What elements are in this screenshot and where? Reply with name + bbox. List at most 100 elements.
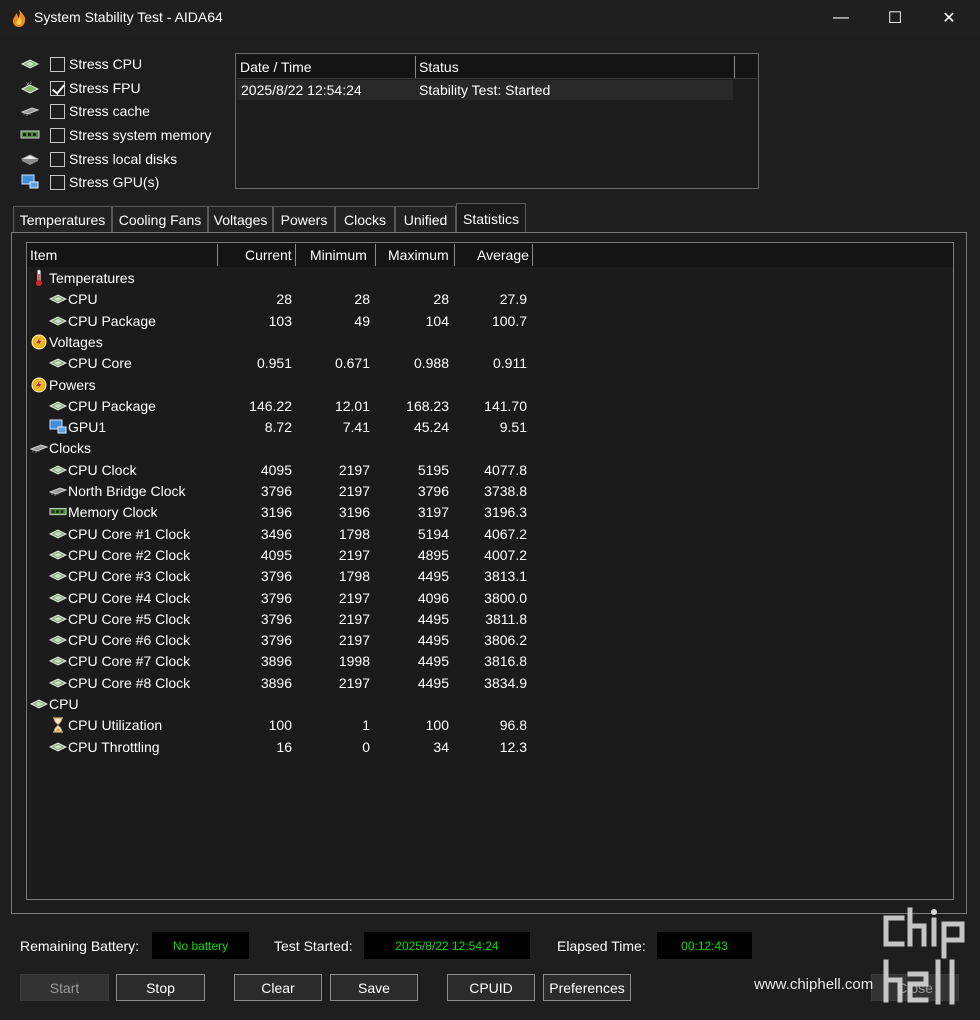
table-row[interactable]: CPU Core #2 Clock 4095 2197 4895 4007.2	[27, 545, 547, 566]
test-started-label: Test Started:	[274, 938, 353, 954]
stress-label[interactable]: Stress local disks	[69, 151, 177, 167]
table-row[interactable]: GPU1 8.72 7.41 45.24 9.51	[27, 417, 547, 438]
column-divider[interactable]	[375, 244, 376, 266]
table-group-row[interactable]: Clocks	[27, 438, 547, 459]
start-button[interactable]: Start	[20, 974, 109, 1001]
stress-checkbox[interactable]	[50, 80, 65, 96]
table-row[interactable]: CPU Core #6 Clock 3796 2197 4495 3806.2	[27, 630, 547, 651]
close-window-button[interactable]: ✕	[922, 0, 976, 36]
cpu-chip-icon	[49, 611, 67, 627]
row-label: CPU Core #7 Clock	[68, 653, 191, 670]
column-item[interactable]: Item	[30, 247, 57, 263]
statistics-table[interactable]: Item Current Minimum Maximum Average Tem…	[26, 242, 954, 900]
cell-maximum: 28	[433, 291, 449, 308]
table-group-row[interactable]: Voltages	[27, 332, 547, 353]
stress-option[interactable]: Stress CPU	[18, 53, 142, 75]
row-label: CPU Core #2 Clock	[68, 546, 191, 563]
tab-clocks[interactable]: Clocks	[335, 206, 395, 233]
tab-temperatures[interactable]: Temperatures	[13, 206, 112, 233]
tab-cooling-fans[interactable]: Cooling Fans	[112, 206, 208, 233]
stress-checkbox[interactable]	[50, 174, 65, 190]
tab-powers[interactable]: Powers	[273, 206, 335, 233]
stress-option[interactable]: Stress GPU(s)	[18, 171, 159, 193]
column-divider[interactable]	[734, 56, 735, 78]
column-divider[interactable]	[415, 56, 416, 78]
cell-minimum: 12.01	[334, 397, 370, 414]
event-log[interactable]: Date / Time Status 2025/8/22 12:54:24 St…	[235, 53, 759, 189]
stress-label[interactable]: Stress GPU(s)	[69, 174, 159, 190]
tab-statistics[interactable]: Statistics	[456, 203, 526, 234]
row-label: CPU Throttling	[68, 738, 160, 755]
column-current[interactable]: Current	[245, 247, 292, 263]
stress-option[interactable]: Stress system memory	[18, 124, 211, 146]
cell-current: 3796	[260, 632, 292, 649]
minimize-button[interactable]: —	[814, 0, 868, 36]
column-average[interactable]: Average	[477, 247, 529, 263]
log-column-datetime[interactable]: Date / Time	[240, 59, 312, 75]
stress-option[interactable]: x² Stress FPU	[18, 77, 141, 99]
cell-current: 4095	[260, 461, 292, 478]
table-row[interactable]: CPU Core #8 Clock 3896 2197 4495 3834.9	[27, 673, 547, 694]
stress-checkbox[interactable]	[50, 103, 65, 119]
table-row[interactable]: CPU Package 103 49 104 100.7	[27, 311, 547, 332]
cell-average: 12.3	[499, 738, 527, 755]
table-row[interactable]: CPU Throttling 16 0 34 12.3	[27, 737, 547, 758]
stress-label[interactable]: Stress CPU	[69, 56, 142, 72]
test-started-value: 2025/8/22 12:54:24	[364, 932, 530, 959]
stress-checkbox[interactable]	[50, 127, 65, 143]
column-minimum[interactable]: Minimum	[310, 247, 367, 263]
table-row[interactable]: CPU Package 146.22 12.01 168.23 141.70	[27, 396, 547, 417]
column-maximum[interactable]: Maximum	[388, 247, 449, 263]
stress-label[interactable]: Stress cache	[69, 103, 150, 119]
cell-average: 141.70	[484, 397, 527, 414]
disk-drive-icon	[18, 151, 42, 167]
table-row[interactable]: Memory Clock 3196 3196 3197 3196.3	[27, 502, 547, 523]
stress-checkbox[interactable]	[50, 151, 65, 167]
cpu-chip-icon	[49, 355, 67, 371]
table-row[interactable]: CPU Core #5 Clock 3796 2197 4495 3811.8	[27, 609, 547, 630]
table-group-row[interactable]: CPU	[27, 694, 547, 715]
maximize-button[interactable]: ☐	[868, 0, 922, 36]
table-row[interactable]: CPU Core 0.951 0.671 0.988 0.911	[27, 353, 547, 374]
column-divider[interactable]	[217, 244, 218, 266]
column-divider[interactable]	[454, 244, 455, 266]
table-row[interactable]: CPU Utilization 100 1 100 96.8	[27, 715, 547, 736]
stress-option[interactable]: Stress local disks	[18, 148, 177, 170]
cell-maximum: 45.24	[413, 419, 449, 436]
table-group-row[interactable]: Temperatures	[27, 268, 547, 289]
table-row[interactable]: CPU Core #3 Clock 3796 1798 4495 3813.1	[27, 566, 547, 587]
stress-checkbox[interactable]	[50, 56, 65, 72]
table-row[interactable]: CPU Clock 4095 2197 5195 4077.8	[27, 460, 547, 481]
column-divider[interactable]	[532, 244, 533, 266]
tab-unified[interactable]: Unified	[395, 206, 456, 233]
clear-button[interactable]: Clear	[234, 974, 322, 1001]
row-label: Voltages	[49, 333, 103, 350]
cell-average: 27.9	[499, 291, 527, 308]
stress-label[interactable]: Stress system memory	[69, 127, 211, 143]
table-row[interactable]: CPU Core #7 Clock 3896 1998 4495 3816.8	[27, 651, 547, 672]
table-row[interactable]: CPU Core #4 Clock 3796 2197 4096 3800.0	[27, 588, 547, 609]
table-group-row[interactable]: Powers	[27, 375, 547, 396]
cell-maximum: 104	[425, 312, 449, 329]
table-row[interactable]: CPU 28 28 28 27.9	[27, 289, 547, 310]
preferences-button[interactable]: Preferences	[543, 974, 631, 1001]
table-row[interactable]: CPU Core #1 Clock 3496 1798 5194 4067.2	[27, 524, 547, 545]
cell-minimum: 2197	[338, 589, 370, 606]
cpu-chip-icon	[49, 526, 67, 542]
cell-minimum: 0	[362, 738, 370, 755]
tab-voltages[interactable]: Voltages	[208, 206, 273, 233]
save-button[interactable]: Save	[330, 974, 418, 1001]
cpuid-button[interactable]: CPUID	[447, 974, 535, 1001]
stress-option[interactable]: Stress cache	[18, 100, 150, 122]
log-row[interactable]: 2025/8/22 12:54:24 Stability Test: Start…	[237, 80, 733, 100]
lightning-icon	[30, 377, 48, 393]
stop-button[interactable]: Stop	[116, 974, 205, 1001]
cell-minimum: 1798	[338, 568, 370, 585]
cell-average: 3813.1	[484, 568, 527, 585]
stress-label[interactable]: Stress FPU	[69, 80, 141, 96]
column-divider[interactable]	[295, 244, 296, 266]
log-column-status[interactable]: Status	[419, 59, 459, 75]
cell-current: 0.951	[256, 355, 292, 372]
table-row[interactable]: North Bridge Clock 3796 2197 3796 3738.8	[27, 481, 547, 502]
cell-maximum: 0.988	[413, 355, 449, 372]
